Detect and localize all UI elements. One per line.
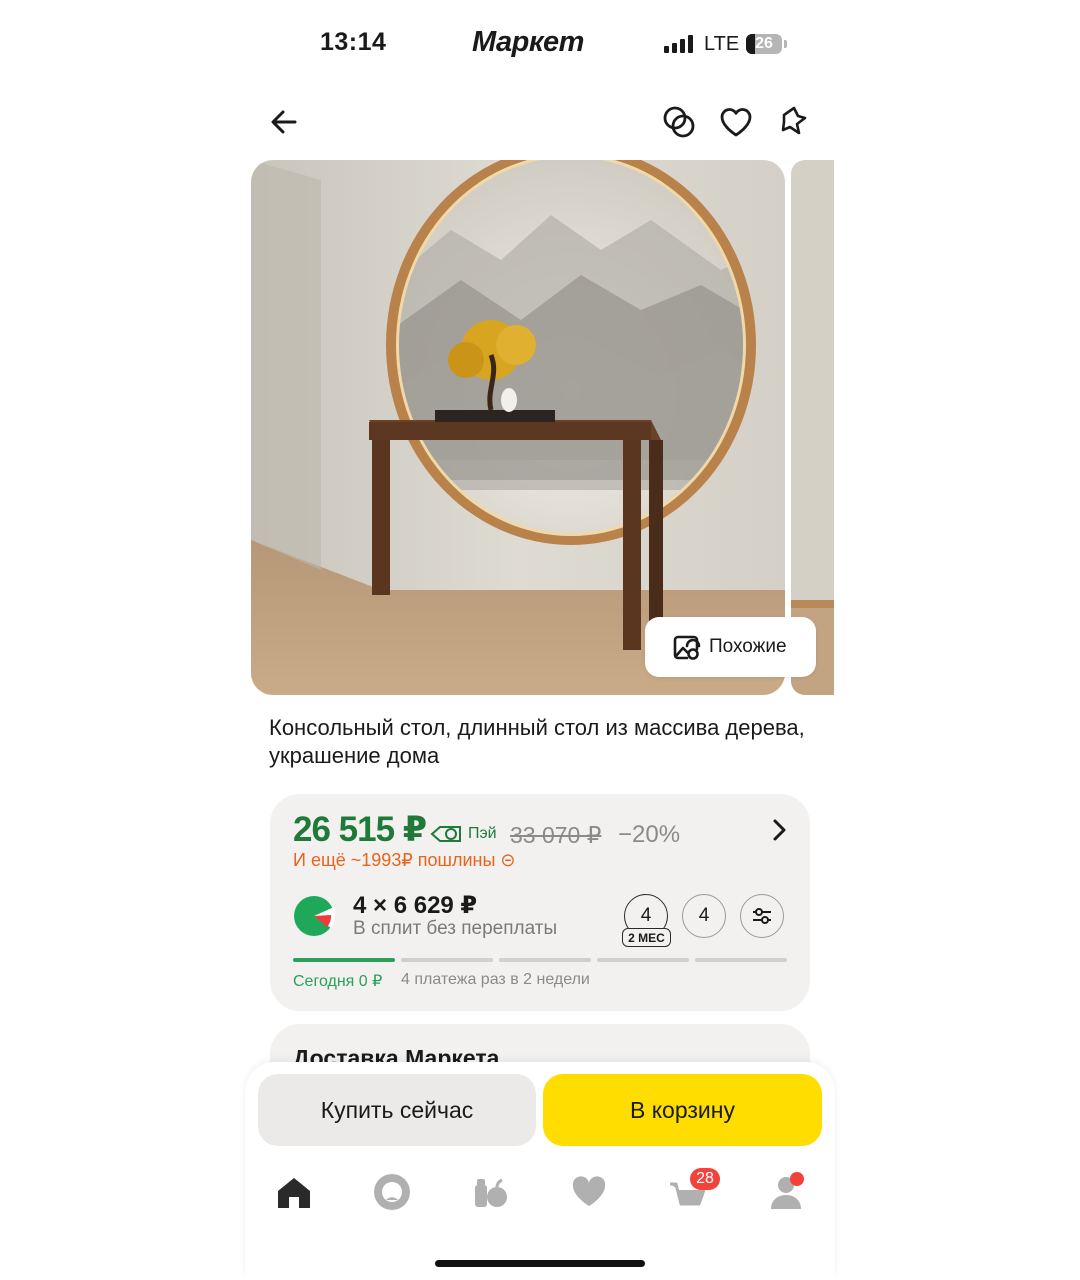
profile-notification-dot: [790, 1172, 804, 1186]
chevron-right-icon[interactable]: [768, 816, 792, 849]
payment-progress-3: [499, 958, 591, 962]
add-to-cart-button[interactable]: В корзину: [543, 1074, 822, 1146]
buy-now-button[interactable]: Купить сейчас: [258, 1074, 536, 1146]
split-settings-button[interactable]: [740, 894, 784, 938]
payment-progress-5: [695, 958, 787, 962]
product-photo[interactable]: [251, 160, 785, 695]
duty-note[interactable]: И ещё ~1993₽ пошлины ⊝: [293, 850, 516, 871]
option-1-tag: 2 МЕС: [622, 928, 671, 947]
pay-card-icon: [430, 826, 461, 842]
heart-icon[interactable]: [714, 100, 758, 144]
pay-label: Пэй: [468, 825, 497, 842]
payment-schedule: 4 платежа раз в 2 недели: [401, 971, 590, 988]
battery-icon: 26: [746, 34, 782, 54]
network-label: LTE: [704, 33, 740, 55]
old-price: 33 070 ₽: [510, 822, 602, 848]
tab-home-icon[interactable]: [272, 1170, 316, 1214]
split-note: В сплит без переплаты: [353, 918, 558, 939]
home-indicator[interactable]: [435, 1260, 645, 1267]
option-2-label: 4: [698, 905, 710, 926]
sliders-icon: [753, 908, 771, 924]
similar-button[interactable]: Похожие: [645, 617, 816, 677]
app-name: Маркет: [472, 26, 584, 58]
image-search-icon: [673, 635, 701, 660]
product-title: Консольный стол, длинный стол из массива…: [269, 715, 805, 768]
split-logo-icon: [293, 895, 336, 937]
next-photo-preview[interactable]: [791, 160, 834, 695]
payment-progress-2: [401, 958, 493, 962]
payment-progress-1: [293, 958, 395, 962]
battery-tip: [784, 40, 787, 48]
discount-label: −20%: [618, 821, 681, 848]
split-amount: 4 × 6 629 ₽: [353, 892, 478, 919]
signal-icon: [664, 35, 694, 53]
today-payment: Сегодня 0 ₽: [293, 973, 383, 990]
cart-badge: 28: [690, 1168, 720, 1190]
status-time: 13:14: [320, 28, 387, 56]
share-icon[interactable]: [771, 100, 815, 144]
tab-alice-icon[interactable]: [370, 1170, 414, 1214]
tab-favorites-icon[interactable]: [567, 1170, 611, 1214]
tab-catalog-icon[interactable]: [468, 1170, 512, 1214]
split-option-4[interactable]: 4: [682, 894, 726, 938]
option-1-label: 4: [640, 905, 652, 926]
current-price: 26 515 ₽: [293, 810, 427, 849]
compare-icon[interactable]: [657, 100, 701, 144]
back-arrow-icon[interactable]: [262, 100, 306, 144]
pay-badge: Пэй: [430, 824, 497, 844]
similar-label: Похожие: [709, 636, 787, 657]
payment-progress-4: [597, 958, 689, 962]
